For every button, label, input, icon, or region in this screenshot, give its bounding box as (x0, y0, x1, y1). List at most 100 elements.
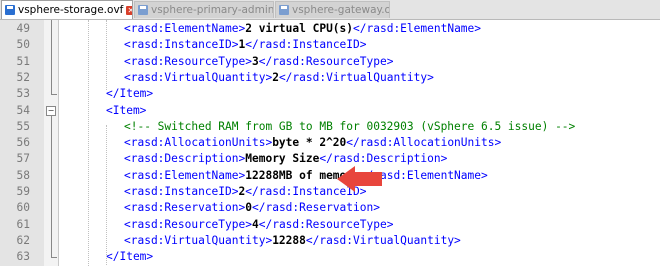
line-number: 55 (16, 119, 30, 133)
tab-label: vsphere-storage.ovf (18, 4, 124, 16)
element-value: 3 (251, 54, 259, 68)
code-line[interactable]: 58 <rasd:ElementName>12288MB of memory</r… (0, 168, 660, 184)
xml-tag: </rasd:VirtualQuantity> (305, 233, 461, 247)
line-number: 51 (16, 54, 30, 68)
line-number: 54 (16, 103, 30, 117)
xml-comment: <!-- Switched RAM from GB to MB for 0032… (124, 119, 576, 133)
element-value: 12288 (272, 233, 306, 247)
tab-vsphere-primary-admin[interactable]: vsphere-primary-admin.ovf (134, 1, 274, 18)
tab-label: vsphere-gateway.ovf (292, 4, 389, 16)
line-number: 60 (16, 201, 30, 215)
fold-end-marker (51, 94, 57, 96)
tab-vsphere-storage[interactable]: vsphere-storage.ovf ✕ (1, 0, 133, 19)
indent-guide (88, 20, 89, 266)
tab-bar: vsphere-storage.ovf ✕ vsphere-primary-ad… (0, 0, 660, 20)
xml-tag: </rasd:ElementName> (353, 22, 482, 35)
file-saved-icon (138, 5, 148, 15)
line-number: 58 (16, 168, 30, 182)
line-number: 63 (16, 250, 30, 264)
code-content: <rasd:VirtualQuantity>2</rasd:VirtualQua… (124, 70, 434, 86)
code-line[interactable]: 59 <rasd:InstanceID>2</rasd:InstanceID> (0, 184, 660, 200)
xml-tag: <rasd:ResourceType> (124, 217, 252, 231)
line-number: 52 (16, 70, 30, 84)
file-saved-icon (5, 5, 15, 15)
fold-toggle-icon[interactable]: − (46, 105, 56, 116)
code-content: <rasd:VirtualQuantity>12288</rasd:Virtua… (124, 233, 461, 249)
xml-tag: <rasd:InstanceID> (124, 38, 239, 52)
fold-line (51, 20, 52, 95)
xml-tag: </Item> (106, 87, 154, 101)
code-content: <rasd:ElementName>12288MB of memory</ras… (124, 168, 488, 184)
line-number: 50 (16, 38, 30, 52)
xml-tag: <rasd:VirtualQuantity> (124, 70, 273, 84)
xml-tag: </rasd:InstanceID> (245, 185, 367, 198)
code-line[interactable]: 60 <rasd:Reservation>0</rasd:Reservation> (0, 200, 660, 216)
xml-tag: </rasd:Reservation> (252, 201, 380, 215)
code-editor[interactable]: 49 <rasd:ElementName>2 virtual CPU(s)</ra… (0, 20, 660, 266)
close-tab-icon[interactable]: ✕ (126, 5, 132, 15)
code-line[interactable]: 62 <rasd:VirtualQuantity>12288</rasd:Virt… (0, 233, 660, 249)
code-line[interactable]: 50 <rasd:InstanceID>1</rasd:InstanceID> (0, 37, 660, 53)
code-line[interactable]: 63 </Item> (0, 249, 660, 265)
code-content: <!-- Switched RAM from GB to MB for 0032… (124, 119, 575, 135)
line-number: 62 (16, 233, 30, 247)
xml-tag: <rasd:ResourceType> (124, 54, 252, 68)
code-content: <rasd:InstanceID>2</rasd:InstanceID> (124, 184, 367, 200)
code-content: </Item> (106, 86, 153, 102)
element-value: 2 virtual CPU(s) (245, 22, 354, 35)
line-number: 57 (16, 152, 30, 166)
code-content: <rasd:Reservation>0</rasd:Reservation> (124, 200, 380, 216)
element-value: 4 (251, 217, 259, 231)
xml-tag: <Item> (106, 103, 147, 117)
xml-tag: </rasd:AllocationUnits> (346, 136, 502, 150)
line-number: 59 (16, 185, 30, 198)
xml-tag: <rasd:ElementName> (124, 168, 246, 182)
code-content: <rasd:ElementName>2 virtual CPU(s)</rasd… (124, 21, 481, 37)
code-line[interactable]: 56 <rasd:AllocationUnits>byte * 2^20</ras… (0, 135, 660, 151)
xml-tag: </rasd:ResourceType> (258, 54, 394, 68)
xml-tag: <rasd:AllocationUnits> (124, 136, 273, 150)
xml-tag: <rasd:Description> (124, 152, 246, 166)
code-content: <rasd:Description>Memory Size</rasd:Desc… (124, 151, 447, 167)
indent-guide (106, 125, 107, 265)
code-line[interactable]: 55 <!-- Switched RAM from GB to MB for 00… (0, 119, 660, 135)
code-line[interactable]: 51 <rasd:ResourceType>3</rasd:ResourceTyp… (0, 54, 660, 70)
element-value: Memory Size (245, 152, 320, 166)
xml-tag: </rasd:VirtualQuantity> (278, 70, 434, 84)
indent-guide (106, 20, 107, 90)
fold-end-marker (51, 257, 57, 259)
xml-tag: </rasd:Description> (319, 152, 448, 166)
line-number: 61 (16, 217, 30, 231)
xml-tag: <rasd:ElementName> (124, 22, 246, 35)
element-value: byte * 2^20 (272, 136, 347, 150)
code-content: <rasd:ResourceType>4</rasd:ResourceType> (124, 217, 393, 233)
tab-vsphere-gateway[interactable]: vsphere-gateway.ovf (275, 1, 390, 18)
fold-line (51, 115, 52, 258)
code-content: </Item> (106, 249, 153, 265)
xml-tag: </rasd:ElementName> (359, 168, 488, 182)
line-number: 53 (16, 87, 30, 101)
code-line[interactable]: 54 <Item> (0, 103, 660, 119)
line-number: 56 (16, 136, 30, 150)
element-value: 0 (245, 201, 252, 215)
code-line[interactable]: 57 <rasd:Description>Memory Size</rasd:De… (0, 151, 660, 167)
code-line[interactable]: 53 </Item> (0, 86, 660, 102)
file-saved-icon (279, 5, 289, 15)
code-content: <rasd:AllocationUnits>byte * 2^20</rasd:… (124, 135, 501, 151)
line-number: 49 (16, 22, 30, 35)
tab-label: vsphere-primary-admin.ovf (151, 4, 274, 16)
code-content: <Item> (106, 103, 146, 119)
code-line[interactable]: 52 <rasd:VirtualQuantity>2</rasd:VirtualQ… (0, 70, 660, 86)
code-content: <rasd:ResourceType>3</rasd:ResourceType> (124, 54, 393, 70)
code-line[interactable]: 61 <rasd:ResourceType>4</rasd:ResourceTyp… (0, 217, 660, 233)
xml-tag: </Item> (106, 250, 154, 264)
xml-tag: <rasd:InstanceID> (124, 185, 239, 198)
element-value: 12288MB of memory (245, 168, 360, 182)
xml-tag: <rasd:VirtualQuantity> (124, 233, 273, 247)
xml-tag: </rasd:InstanceID> (245, 38, 367, 52)
code-content: <rasd:InstanceID>1</rasd:InstanceID> (124, 37, 367, 53)
xml-tag: </rasd:ResourceType> (258, 217, 394, 231)
xml-tag: <rasd:Reservation> (124, 201, 246, 215)
element-value: 2 (272, 70, 279, 84)
code-line[interactable]: 49 <rasd:ElementName>2 virtual CPU(s)</ra… (0, 21, 660, 37)
